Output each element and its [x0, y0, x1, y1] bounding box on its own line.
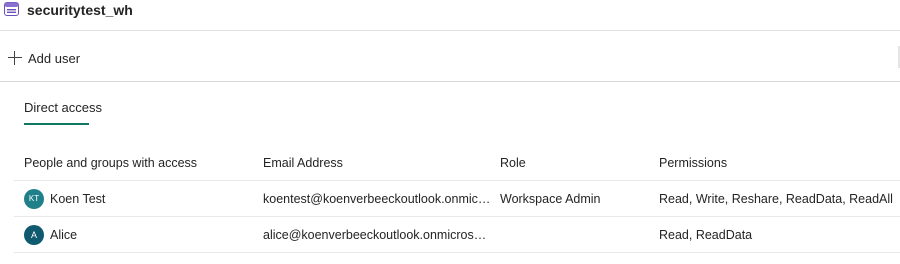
warehouse-icon [4, 2, 19, 16]
column-header-permissions[interactable]: Permissions [659, 146, 899, 180]
email-address: koentest@koenverbeeckoutlook.onmicrosof.… [263, 191, 491, 206]
table-header-row: People and groups with access Email Addr… [14, 146, 900, 181]
person-cell: A Alice [24, 217, 254, 252]
avatar: A [24, 224, 44, 245]
column-header-email[interactable]: Email Address [263, 146, 491, 180]
table-row[interactable]: KT Koen Test koentest@koenverbeeckoutloo… [14, 181, 900, 217]
column-header-role[interactable]: Role [500, 146, 650, 180]
title-bar: securitytest_wh [0, 0, 900, 31]
toolbar: Add user [0, 32, 900, 82]
email-cell: alice@koenverbeeckoutlook.onmicrosoft.co… [263, 217, 491, 252]
access-table: People and groups with access Email Addr… [14, 146, 900, 253]
tab-direct-access[interactable]: Direct access [24, 100, 102, 115]
permissions-cell: Read, ReadData [659, 227, 753, 242]
avatar: KT [24, 188, 44, 209]
page-title: securitytest_wh [27, 2, 133, 18]
person-name: Koen Test [50, 191, 106, 206]
table-row[interactable]: A Alice alice@koenverbeeckoutlook.onmicr… [14, 217, 900, 253]
role-cell [500, 217, 650, 252]
email-cell: koentest@koenverbeeckoutlook.onmicrosof.… [263, 181, 491, 216]
add-user-button[interactable]: Add user [8, 48, 80, 68]
column-header-people[interactable]: People and groups with access [24, 146, 254, 180]
permissions-cell: Read, Write, Reshare, ReadData, ReadAll [659, 191, 893, 206]
plus-icon [8, 51, 22, 65]
add-user-label: Add user [28, 50, 81, 66]
person-name: Alice [50, 227, 78, 242]
person-cell: KT Koen Test [24, 181, 254, 216]
tab-selected-indicator [24, 123, 89, 125]
role-cell: Workspace Admin [500, 191, 601, 206]
email-address: alice@koenverbeeckoutlook.onmicrosoft.co… [263, 227, 491, 242]
